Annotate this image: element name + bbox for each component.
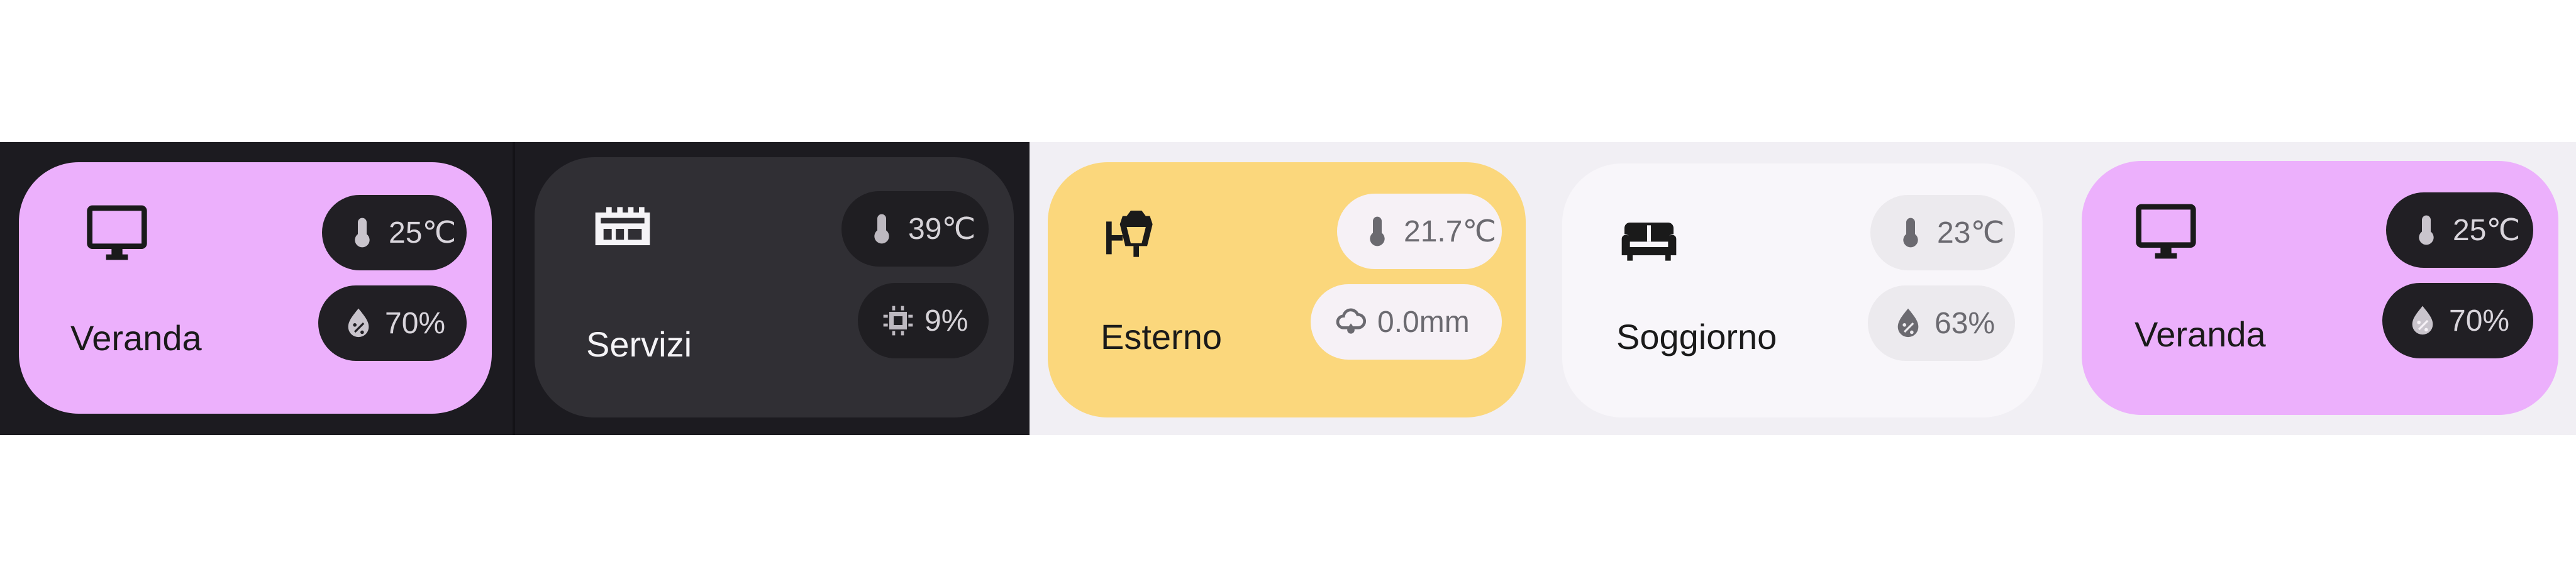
humidity-value: 70% <box>2449 304 2510 338</box>
temperature-value: 23℃ <box>1937 216 2005 250</box>
monitor-icon <box>84 200 150 265</box>
humidity-icon <box>1890 306 1926 341</box>
temperature-badge[interactable]: 39℃ <box>841 191 989 267</box>
temperature-value: 39℃ <box>908 213 976 246</box>
network-device-icon <box>590 196 655 262</box>
thermometer-icon <box>1893 215 1928 250</box>
room-name: Servizi <box>586 324 692 364</box>
humidity-value: 63% <box>1935 306 1996 340</box>
cpu-icon <box>880 303 916 338</box>
cpu-value: 9% <box>924 304 969 338</box>
room-name: Veranda <box>70 318 202 358</box>
rain-badge[interactable]: 0.0mm <box>1311 284 1502 360</box>
outdoor-lamp-icon <box>1098 202 1163 268</box>
humidity-icon <box>341 306 376 341</box>
room-name: Soggiorno <box>1616 317 1777 356</box>
rain-cloud-icon <box>1333 304 1368 340</box>
cpu-badge[interactable]: 9% <box>858 283 989 358</box>
temperature-value: 21.7℃ <box>1404 215 1497 248</box>
thermometer-icon <box>345 215 380 250</box>
rain-value: 0.0mm <box>1377 305 1470 339</box>
humidity-badge[interactable]: 70% <box>318 285 467 361</box>
room-card-veranda-light[interactable]: Veranda 25℃ 70% <box>2082 161 2558 415</box>
temperature-badge[interactable]: 23℃ <box>1870 195 2015 270</box>
room-name: Veranda <box>2135 314 2266 354</box>
humidity-icon <box>2405 303 2440 338</box>
room-card-soggiorno[interactable]: Soggiorno 23℃ 63% <box>1562 163 2043 417</box>
temperature-value: 25℃ <box>2453 214 2521 247</box>
room-card-servizi[interactable]: Servizi 39℃ 9% <box>535 157 1014 417</box>
room-card-esterno[interactable]: Esterno 21.7℃ 0.0mm <box>1048 162 1526 417</box>
sofa-icon <box>1616 206 1682 272</box>
monitor-icon <box>2133 199 2199 264</box>
humidity-badge[interactable]: 63% <box>1868 285 2015 361</box>
temperature-value: 25℃ <box>389 216 457 250</box>
room-name: Esterno <box>1101 317 1222 356</box>
room-card-veranda[interactable]: Veranda 25℃ 70% <box>19 162 492 414</box>
thermometer-icon <box>2409 213 2444 248</box>
panel-divider <box>513 142 515 435</box>
humidity-badge[interactable]: 70% <box>2382 283 2533 358</box>
humidity-value: 70% <box>385 306 446 340</box>
room-cards-strip: Veranda 25℃ 70% Servizi 39℃ 9% Esterno 2… <box>0 142 2576 435</box>
thermometer-icon <box>1360 214 1395 249</box>
temperature-badge[interactable]: 25℃ <box>322 195 467 270</box>
temperature-badge[interactable]: 21.7℃ <box>1337 194 1502 269</box>
temperature-badge[interactable]: 25℃ <box>2386 192 2533 268</box>
thermometer-icon <box>864 211 899 246</box>
